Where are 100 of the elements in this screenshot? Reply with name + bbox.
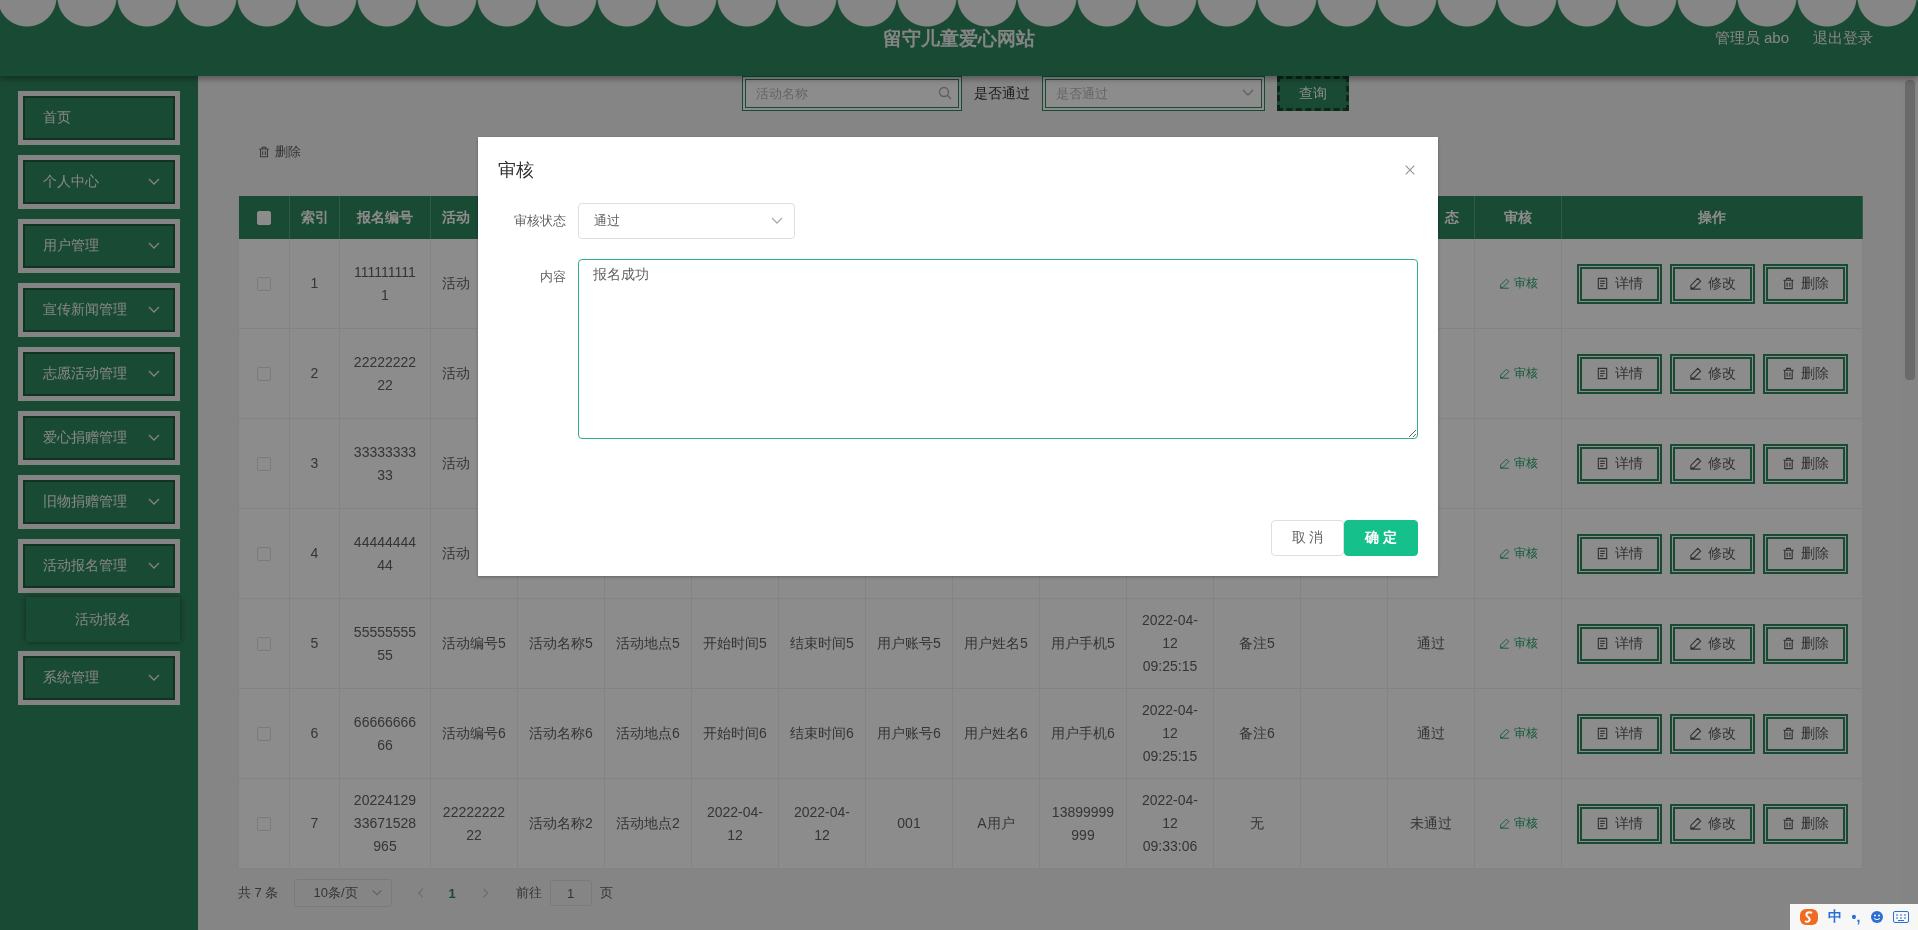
delete-button[interactable]: 删除: [1762, 443, 1848, 484]
trash-icon: [258, 146, 270, 158]
delete-button[interactable]: 删除: [1762, 803, 1848, 844]
review-link[interactable]: 审核: [1498, 272, 1538, 295]
trash-icon: [1781, 367, 1795, 380]
cell-text: 活动: [442, 544, 470, 563]
details-button[interactable]: 详情: [1576, 623, 1662, 664]
delete-button[interactable]: 删除: [1762, 713, 1848, 754]
cell-text: 活动: [442, 274, 470, 293]
edit-icon: [1498, 278, 1510, 289]
edit-button[interactable]: 修改: [1669, 353, 1755, 394]
cell-text: 2022-04-12 09:25:15: [1140, 611, 1199, 676]
review-link[interactable]: 审核: [1498, 362, 1538, 385]
logout-link[interactable]: 退出登录: [1813, 28, 1873, 48]
input-mode-toggle[interactable]: 中: [1828, 908, 1843, 926]
cell-text: 备注6: [1239, 724, 1275, 743]
details-button[interactable]: 详情: [1576, 803, 1662, 844]
document-icon: [1595, 637, 1609, 650]
document-icon: [1595, 277, 1609, 290]
cell-text: 活动名称2: [529, 814, 593, 833]
column-header: 操作: [1698, 208, 1726, 227]
sidebar-subitem[interactable]: 活动报名: [26, 597, 180, 642]
sidebar-item[interactable]: 志愿活动管理: [18, 347, 180, 401]
total-count: 共 7 条: [238, 884, 279, 902]
punctuation-toggle[interactable]: •,: [1851, 909, 1861, 925]
trash-icon: [1781, 727, 1795, 740]
page-size-select[interactable]: 10条/页: [294, 879, 393, 907]
cell-text: 用户账号5: [877, 634, 941, 653]
cancel-button[interactable]: 取 消: [1271, 520, 1344, 556]
document-icon: [1595, 817, 1609, 830]
cell-text: 活动编号5: [442, 634, 506, 653]
cell-text: 用户账号6: [877, 724, 941, 743]
cell-text: 用户姓名5: [964, 634, 1028, 653]
page-number[interactable]: 1: [448, 885, 456, 901]
dialog-title: 审核: [498, 159, 534, 182]
delete-button[interactable]: 删除: [1762, 353, 1848, 394]
document-icon: [1595, 367, 1609, 380]
scrollbar-thumb[interactable]: [1905, 80, 1915, 380]
edit-icon: [1688, 367, 1702, 380]
delete-button[interactable]: 删除: [1762, 263, 1848, 304]
close-icon[interactable]: [1404, 164, 1416, 176]
cell-text: 活动名称6: [529, 724, 593, 743]
page-suffix: 页: [599, 884, 613, 902]
review-link[interactable]: 审核: [1498, 452, 1538, 475]
edit-button[interactable]: 修改: [1669, 263, 1755, 304]
content-textarea[interactable]: 报名成功: [578, 259, 1418, 439]
sidebar-item[interactable]: 宣传新闻管理: [18, 283, 180, 337]
trash-icon: [1781, 457, 1795, 470]
sidebar-item[interactable]: 爱心捐赠管理: [18, 411, 180, 465]
sidebar-item[interactable]: 首页: [18, 91, 180, 145]
sidebar-item[interactable]: 个人中心: [18, 155, 180, 209]
cell-text: 1111111111: [353, 262, 417, 305]
edit-button[interactable]: 修改: [1669, 713, 1755, 754]
cell-text: 结束时间6: [790, 724, 854, 743]
sidebar-item[interactable]: 用户管理: [18, 219, 180, 273]
details-button[interactable]: 详情: [1576, 443, 1662, 484]
delete-button[interactable]: 删除: [1762, 623, 1848, 664]
delete-button[interactable]: 删除: [258, 143, 301, 161]
edit-icon: [1688, 457, 1702, 470]
document-icon: [1595, 457, 1609, 470]
document-icon: [1595, 727, 1609, 740]
edit-button[interactable]: 修改: [1669, 533, 1755, 574]
cell-text: 活动地点6: [616, 724, 680, 743]
details-button[interactable]: 详情: [1576, 533, 1662, 574]
status-select[interactable]: 通过: [578, 203, 795, 239]
field-label: 审核状态: [513, 212, 567, 230]
details-button[interactable]: 详情: [1576, 713, 1662, 754]
details-button[interactable]: 详情: [1576, 263, 1662, 304]
cell-text: 开始时间6: [703, 724, 767, 743]
cell-text: 结束时间5: [790, 634, 854, 653]
edit-button[interactable]: 修改: [1669, 443, 1755, 484]
cell-text: 2022-04-12: [705, 802, 764, 845]
details-button[interactable]: 详情: [1576, 353, 1662, 394]
delete-button[interactable]: 删除: [1762, 533, 1848, 574]
edit-icon: [1498, 638, 1510, 649]
cell-text: A用户: [977, 814, 1015, 833]
confirm-button[interactable]: 确 定: [1344, 520, 1418, 556]
edit-button[interactable]: 修改: [1669, 803, 1755, 844]
edit-icon: [1498, 368, 1510, 379]
review-link[interactable]: 审核: [1498, 722, 1538, 745]
sidebar-item[interactable]: 旧物捐赠管理: [18, 475, 180, 529]
cell-text: 备注5: [1239, 634, 1275, 653]
cell-text: 2: [310, 364, 319, 383]
review-link[interactable]: 审核: [1498, 812, 1538, 835]
cell-text: 未通过: [1410, 814, 1452, 833]
column-header: 报名编号: [357, 208, 413, 227]
edit-button[interactable]: 修改: [1669, 623, 1755, 664]
page-input[interactable]: 1: [549, 880, 592, 906]
review-link[interactable]: 审核: [1498, 542, 1538, 565]
sidebar-item[interactable]: 活动报名管理: [18, 539, 180, 593]
cell-text: 活动: [442, 454, 470, 473]
smiley-icon: [1869, 910, 1884, 924]
review-link[interactable]: 审核: [1498, 632, 1538, 655]
cell-text: 2022-04-12 09:25:15: [1140, 701, 1199, 766]
sidebar-item[interactable]: 系统管理: [18, 651, 180, 705]
query-button[interactable]: 查询: [1276, 76, 1349, 111]
cell-text: 4444444444: [352, 532, 418, 575]
cell-text: 通过: [1417, 634, 1445, 653]
column-header: 索引: [300, 208, 329, 227]
cell-text: 6: [310, 724, 319, 743]
